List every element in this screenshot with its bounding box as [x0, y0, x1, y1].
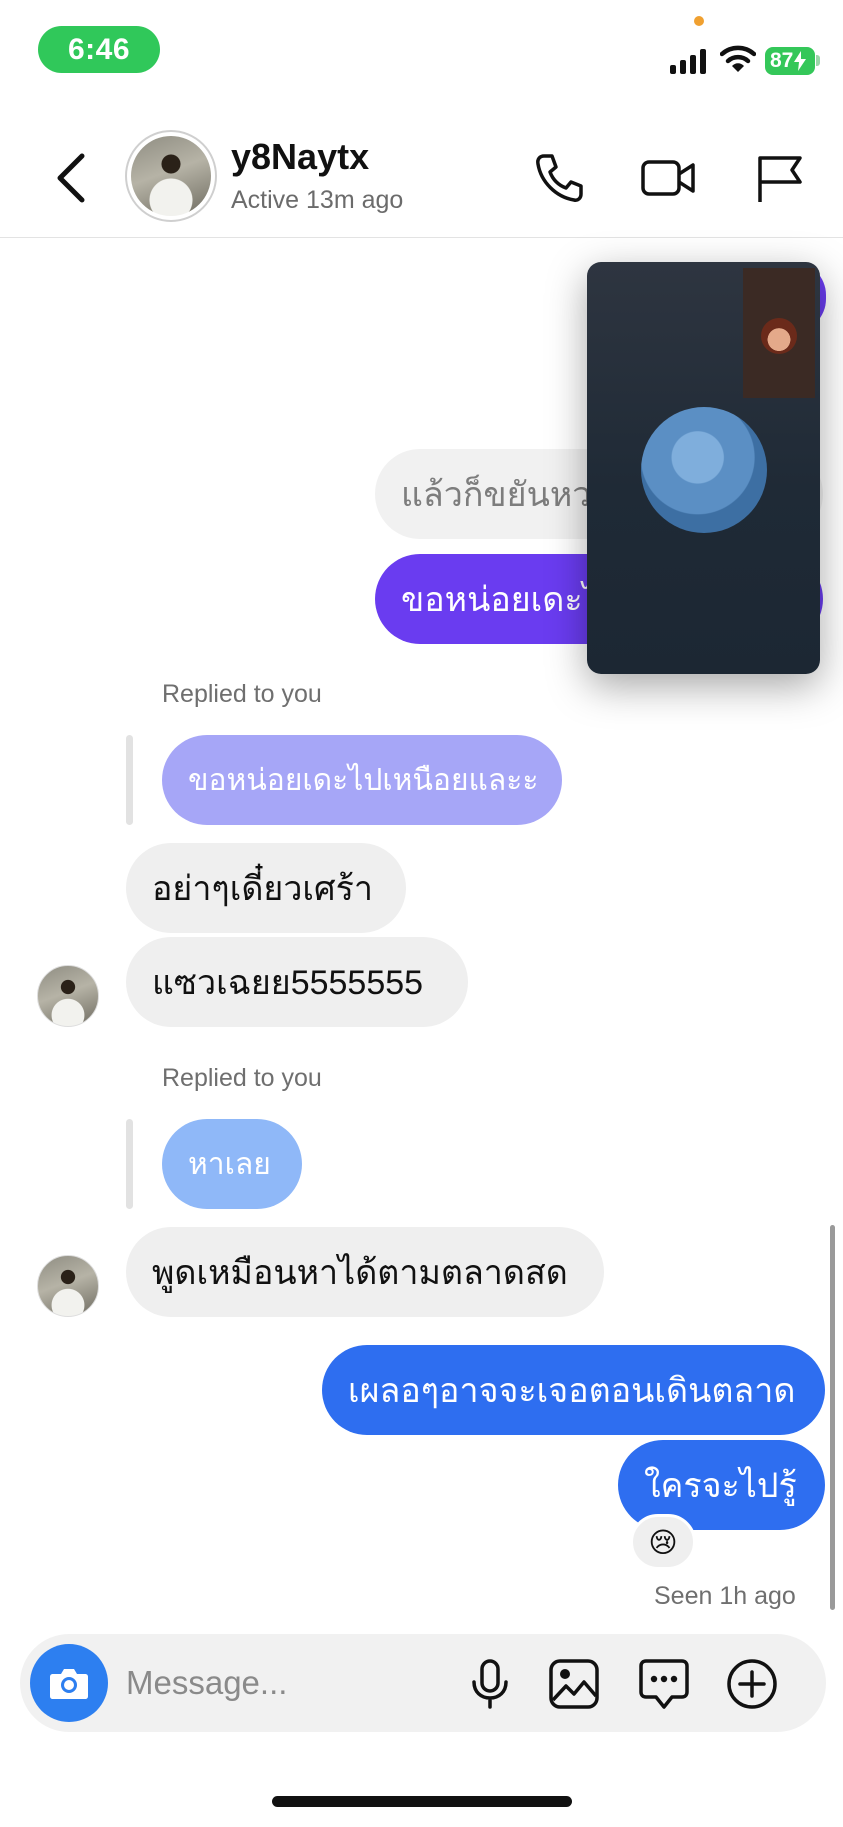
- status-time: 6:46: [38, 26, 160, 73]
- plus-circle-icon[interactable]: [724, 1656, 780, 1712]
- quoted-message-bubble[interactable]: ขอหน่อยเดะไปเหนือยและะ: [162, 735, 562, 825]
- contact-avatar-small[interactable]: [37, 965, 99, 1027]
- quoted-text: หาเลย: [188, 1147, 271, 1181]
- contact-avatar-small[interactable]: [37, 1255, 99, 1317]
- avatar-photo: [131, 136, 211, 216]
- quoted-message-bubble[interactable]: หาเลย: [162, 1119, 302, 1209]
- sticker-chat-icon[interactable]: [636, 1656, 692, 1712]
- caller-video-avatar: [641, 407, 767, 533]
- received-message-bubble[interactable]: พูดเหมือนหาได้ตามตลาดสด: [126, 1227, 604, 1317]
- battery-indicator: 87: [765, 47, 815, 75]
- video-camera-icon[interactable]: [640, 150, 696, 206]
- charging-bolt-icon: [794, 51, 807, 71]
- camera-in-use-indicator: [694, 16, 704, 26]
- self-face-thumbnail: [761, 318, 797, 354]
- battery-level: 87: [770, 49, 794, 72]
- received-message-bubble[interactable]: อย่าๆเดี๋ยวเศร้า: [126, 843, 406, 933]
- microphone-icon[interactable]: [462, 1656, 518, 1712]
- camera-button[interactable]: [30, 1644, 108, 1722]
- seen-receipt: Seen 1h ago: [654, 1582, 796, 1610]
- image-gallery-icon[interactable]: [546, 1656, 602, 1712]
- home-indicator[interactable]: [272, 1796, 572, 1807]
- contact-name[interactable]: y8Naytx: [231, 136, 369, 178]
- video-call-pip[interactable]: [587, 262, 820, 674]
- back-chevron-icon[interactable]: [52, 148, 92, 208]
- contact-active-status: Active 13m ago: [231, 186, 404, 214]
- self-video-preview[interactable]: [743, 268, 815, 398]
- chat-header: y8Naytx Active 13m ago: [0, 120, 843, 238]
- reply-label: Replied to you: [162, 1064, 322, 1092]
- reply-quote-bar: [126, 735, 133, 825]
- wifi-icon: [720, 45, 756, 72]
- cellular-signal-icon: [670, 48, 706, 74]
- reply-quote-bar: [126, 1119, 133, 1209]
- sent-message-bubble[interactable]: เผลอๆอาจจะเจอตอนเดินตลาด: [322, 1345, 825, 1435]
- message-text: อย่าๆเดี๋ยวเศร้า: [152, 870, 373, 908]
- message-text: เผลอๆอาจจะเจอตอนเดินตลาด: [348, 1372, 796, 1410]
- phone-icon[interactable]: [530, 150, 586, 206]
- quoted-text: ขอหน่อยเดะไปเหนือยและะ: [188, 763, 539, 797]
- received-message-bubble[interactable]: แซวเฉยย5555555: [126, 937, 468, 1027]
- message-input[interactable]: [126, 1656, 456, 1710]
- battery-nub: [816, 55, 820, 66]
- reply-label: Replied to you: [162, 680, 322, 708]
- flag-icon[interactable]: [752, 150, 808, 206]
- scrollbar[interactable]: [830, 1225, 835, 1610]
- message-text: ใครจะไปรู้: [644, 1467, 797, 1505]
- message-text: ขอหน่อยเดะไ: [401, 581, 600, 619]
- camera-icon: [50, 1669, 88, 1699]
- message-text: แซวเฉยย5555555: [152, 964, 424, 1002]
- crying-face-reaction[interactable]: 😢: [630, 1514, 696, 1570]
- message-text: พูดเหมือนหาได้ตามตลาดสด: [152, 1254, 568, 1292]
- contact-avatar[interactable]: [125, 130, 217, 222]
- message-composer: [20, 1634, 826, 1732]
